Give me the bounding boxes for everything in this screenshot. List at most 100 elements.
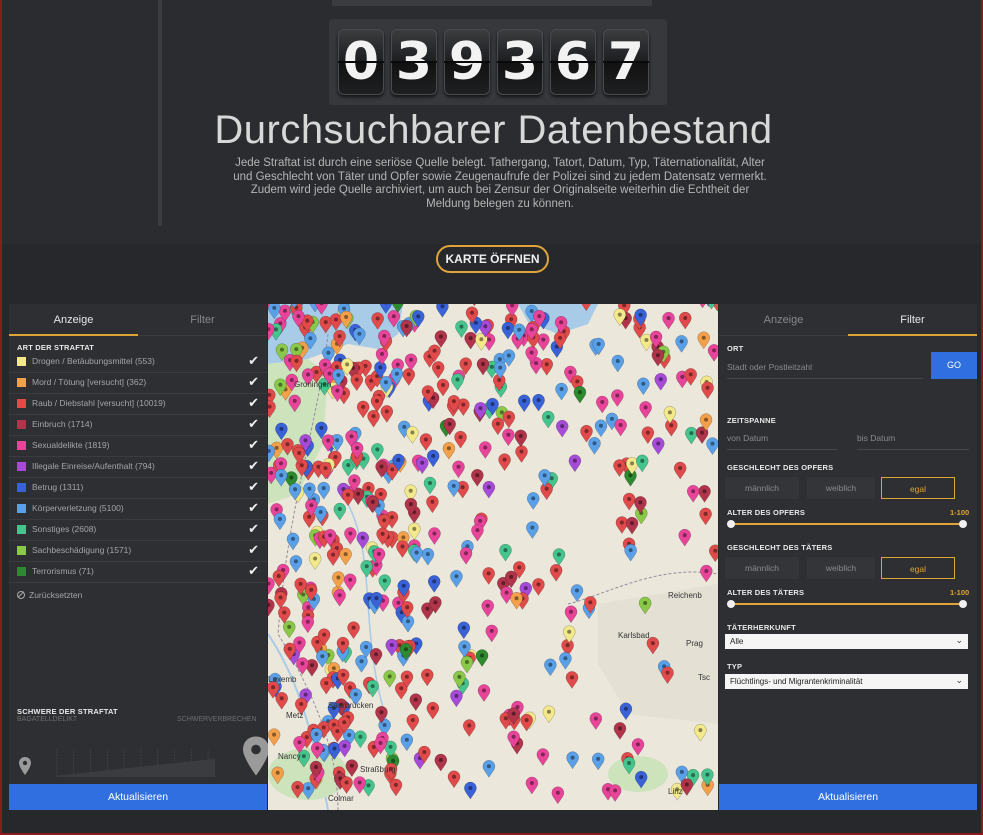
tab-filter[interactable]: Filter [848, 304, 977, 336]
date-to-input[interactable]: bis Datum [857, 426, 969, 450]
checkmark-icon[interactable]: ✔ [248, 500, 259, 516]
slider-handle-max[interactable] [959, 520, 967, 528]
gender-option[interactable]: männlich [725, 477, 799, 499]
type-select[interactable]: Flüchtlings- und Migrantenkriminalität ⌄ [725, 674, 968, 689]
map-marker-dot [600, 400, 605, 405]
map-marker-dot [511, 734, 516, 739]
map-marker-dot [287, 646, 292, 651]
crime-type-row[interactable]: Mord / Tötung [versucht] (362) ✔ [9, 373, 267, 394]
max-marker-icon[interactable] [243, 736, 269, 776]
map-marker-dot [598, 423, 603, 428]
map-marker-dot [433, 600, 438, 605]
checkmark-icon[interactable]: ✔ [248, 563, 259, 579]
date-from-input[interactable]: von Datum [727, 426, 837, 450]
slider-handle-min[interactable] [727, 600, 735, 608]
update-button[interactable]: Aktualisieren [9, 784, 267, 810]
map-marker-dot [514, 596, 519, 601]
map-marker-dot [712, 348, 717, 353]
open-map-button[interactable]: KARTE ÖFFNEN [436, 245, 549, 273]
checkmark-icon[interactable]: ✔ [248, 521, 259, 537]
crime-type-row[interactable]: Illegale Einreise/Aufenthalt (794) ✔ [9, 457, 267, 478]
go-button[interactable]: GO [931, 352, 977, 379]
severity-heading: SCHWERE DER STRAFTAT [17, 707, 118, 716]
gender-option[interactable]: egal [881, 557, 955, 579]
slider-handle-min[interactable] [727, 520, 735, 528]
map-marker-dot [318, 509, 323, 514]
crime-type-label: Körperverletzung (5100) [32, 503, 124, 513]
map-marker-dot [705, 385, 710, 390]
tab-anzeige[interactable]: Anzeige [9, 304, 138, 336]
min-marker-icon[interactable] [19, 757, 31, 775]
crime-type-row[interactable]: Drogen / Betäubungsmittel (553) ✔ [9, 352, 267, 373]
checkmark-icon[interactable]: ✔ [248, 374, 259, 390]
map-marker-dot [458, 435, 463, 440]
gender-option[interactable]: egal [881, 477, 955, 499]
map-marker-dot [655, 353, 660, 358]
map-marker-dot [274, 445, 279, 450]
map-marker-dot [323, 466, 328, 471]
map-marker-dot [409, 357, 414, 362]
map-marker-dot [410, 718, 415, 723]
city-label: Colmar [328, 794, 354, 803]
checkmark-icon[interactable]: ✔ [248, 437, 259, 453]
crime-type-row[interactable]: Sexualdelikte (1819) ✔ [9, 436, 267, 457]
reset-button[interactable]: Zurücksetzten [17, 590, 82, 600]
top-bar [332, 0, 652, 6]
victim-age-slider[interactable] [727, 520, 967, 528]
checkmark-icon[interactable]: ✔ [248, 353, 259, 369]
tab-filter[interactable]: Filter [138, 304, 267, 336]
crime-type-row[interactable]: Einbruch (1714) ✔ [9, 415, 267, 436]
slider-handle-max[interactable] [959, 600, 967, 608]
map-marker-dot [592, 441, 597, 446]
crime-type-row[interactable]: Raub / Diebstahl [versucht] (10019) ✔ [9, 394, 267, 415]
gender-option[interactable]: männlich [725, 557, 799, 579]
map-marker-dot [619, 520, 624, 525]
offender-origin-label: TÄTERHERKUNFT [727, 623, 796, 632]
checkmark-icon[interactable]: ✔ [248, 479, 259, 495]
crime-type-row[interactable]: Terrorismus (71) ✔ [9, 562, 267, 583]
map-marker-dot [343, 552, 348, 557]
map-marker-dot [497, 357, 502, 362]
crime-type-row[interactable]: Betrug (1311) ✔ [9, 478, 267, 499]
location-input[interactable]: Stadt oder Postleitzahl [727, 355, 923, 379]
map-marker-dot [430, 706, 435, 711]
city-label: Reichenb [668, 591, 702, 600]
gender-option[interactable]: weiblich [807, 557, 875, 579]
map-marker-dot [584, 429, 589, 434]
map-marker-dot [691, 773, 696, 778]
map-marker-dot [504, 590, 509, 595]
crime-map[interactable]: Groningen Prag Karlsbad Luxemb Metz Nanc… [268, 304, 718, 810]
map-marker-dot [468, 785, 473, 790]
checkmark-icon[interactable]: ✔ [248, 542, 259, 558]
severity-ramp [56, 749, 216, 777]
crime-type-row[interactable]: Sachbeschädigung (1571) ✔ [9, 541, 267, 562]
crime-type-row[interactable]: Sonstiges (2608) ✔ [9, 520, 267, 541]
map-marker-dot [499, 410, 504, 415]
offender-origin-select[interactable]: Alle ⌄ [725, 634, 968, 649]
map-marker-dot [410, 430, 415, 435]
map-marker-dot [404, 674, 409, 679]
tab-anzeige[interactable]: Anzeige [719, 304, 848, 336]
offender-age-slider[interactable] [727, 600, 967, 608]
update-button[interactable]: Aktualisieren [719, 784, 977, 810]
map-marker-dot [482, 688, 487, 693]
checkmark-icon[interactable]: ✔ [248, 416, 259, 432]
map-marker-dot [355, 446, 360, 451]
crime-type-row[interactable]: Körperverletzung (5100) ✔ [9, 499, 267, 520]
map-marker-dot [289, 475, 294, 480]
map-marker-dot [378, 365, 383, 370]
crime-type-label: Sonstiges (2608) [32, 524, 97, 534]
map-marker-dot [617, 726, 622, 731]
map-marker-dot [498, 365, 503, 370]
checkmark-icon[interactable]: ✔ [248, 458, 259, 474]
severity-slider[interactable]: SCHWERE DER STRAFTAT BAGATELLDELIKT SCHW… [17, 707, 269, 779]
checkmark-icon[interactable]: ✔ [248, 395, 259, 411]
map-marker-dot [294, 358, 299, 363]
map-marker-dot [556, 552, 561, 557]
gender-option[interactable]: weiblich [807, 477, 875, 499]
map-marker-dot [464, 551, 469, 556]
severity-max-label: SCHWERVERBRECHEN [177, 716, 257, 723]
map-marker-dot [489, 364, 494, 369]
map-marker-dot [509, 574, 514, 579]
map-canvas[interactable]: Groningen Prag Karlsbad Luxemb Metz Nanc… [268, 304, 718, 810]
